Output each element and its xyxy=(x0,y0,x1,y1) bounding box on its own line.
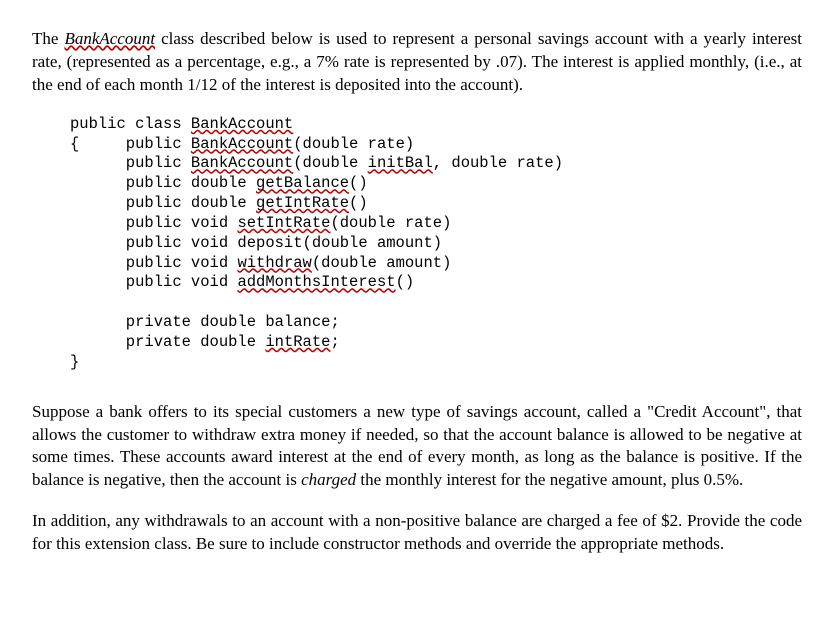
code-l2b: BankAccount xyxy=(191,135,293,153)
code-l11b: intRate xyxy=(265,333,330,351)
code-l9b: addMonthsInterest xyxy=(237,273,395,291)
code-l8b: withdraw xyxy=(237,254,311,272)
para2-post: the monthly interest for the negative am… xyxy=(356,470,743,489)
code-l4c: () xyxy=(349,174,368,192)
para2-charged: charged xyxy=(301,470,356,489)
intro-paragraph: The BankAccount class described below is… xyxy=(32,28,802,97)
code-l5b: getIntRate xyxy=(256,194,349,212)
code-l5a: public double xyxy=(70,194,256,212)
code-l7a: public void deposit(double amount) xyxy=(70,234,442,252)
code-l4a: public double xyxy=(70,174,256,192)
code-l3e: , double rate) xyxy=(433,154,563,172)
code-block: public class BankAccount { public BankAc… xyxy=(70,115,802,373)
code-l3b: BankAccount xyxy=(191,154,293,172)
code-l4b: getBalance xyxy=(256,174,349,192)
code-l3d: initBal xyxy=(368,154,433,172)
code-l12: } xyxy=(70,353,79,371)
code-l9a: public void xyxy=(70,273,237,291)
intro-classname: BankAccount xyxy=(64,29,155,48)
code-l10: private double balance; xyxy=(70,313,340,331)
code-l8a: public void xyxy=(70,254,237,272)
code-l5c: () xyxy=(349,194,368,212)
code-l3a: public xyxy=(70,154,191,172)
code-l1b: BankAccount xyxy=(191,115,293,133)
code-l8c: (double amount) xyxy=(312,254,452,272)
code-l1a: public class xyxy=(70,115,191,133)
code-l2a: { public xyxy=(70,135,191,153)
code-l6a: public void xyxy=(70,214,237,232)
code-l11c: ; xyxy=(330,333,339,351)
code-l9c: () xyxy=(396,273,415,291)
code-l6c: (double rate) xyxy=(330,214,451,232)
paragraph-instructions: In addition, any withdrawals to an accou… xyxy=(32,510,802,556)
paragraph-credit-account: Suppose a bank offers to its special cus… xyxy=(32,401,802,493)
code-l11a: private double xyxy=(70,333,265,351)
code-l2c: (double rate) xyxy=(293,135,414,153)
intro-text-pre: The xyxy=(32,29,64,48)
code-l3c: (double xyxy=(293,154,367,172)
code-l6b: setIntRate xyxy=(237,214,330,232)
